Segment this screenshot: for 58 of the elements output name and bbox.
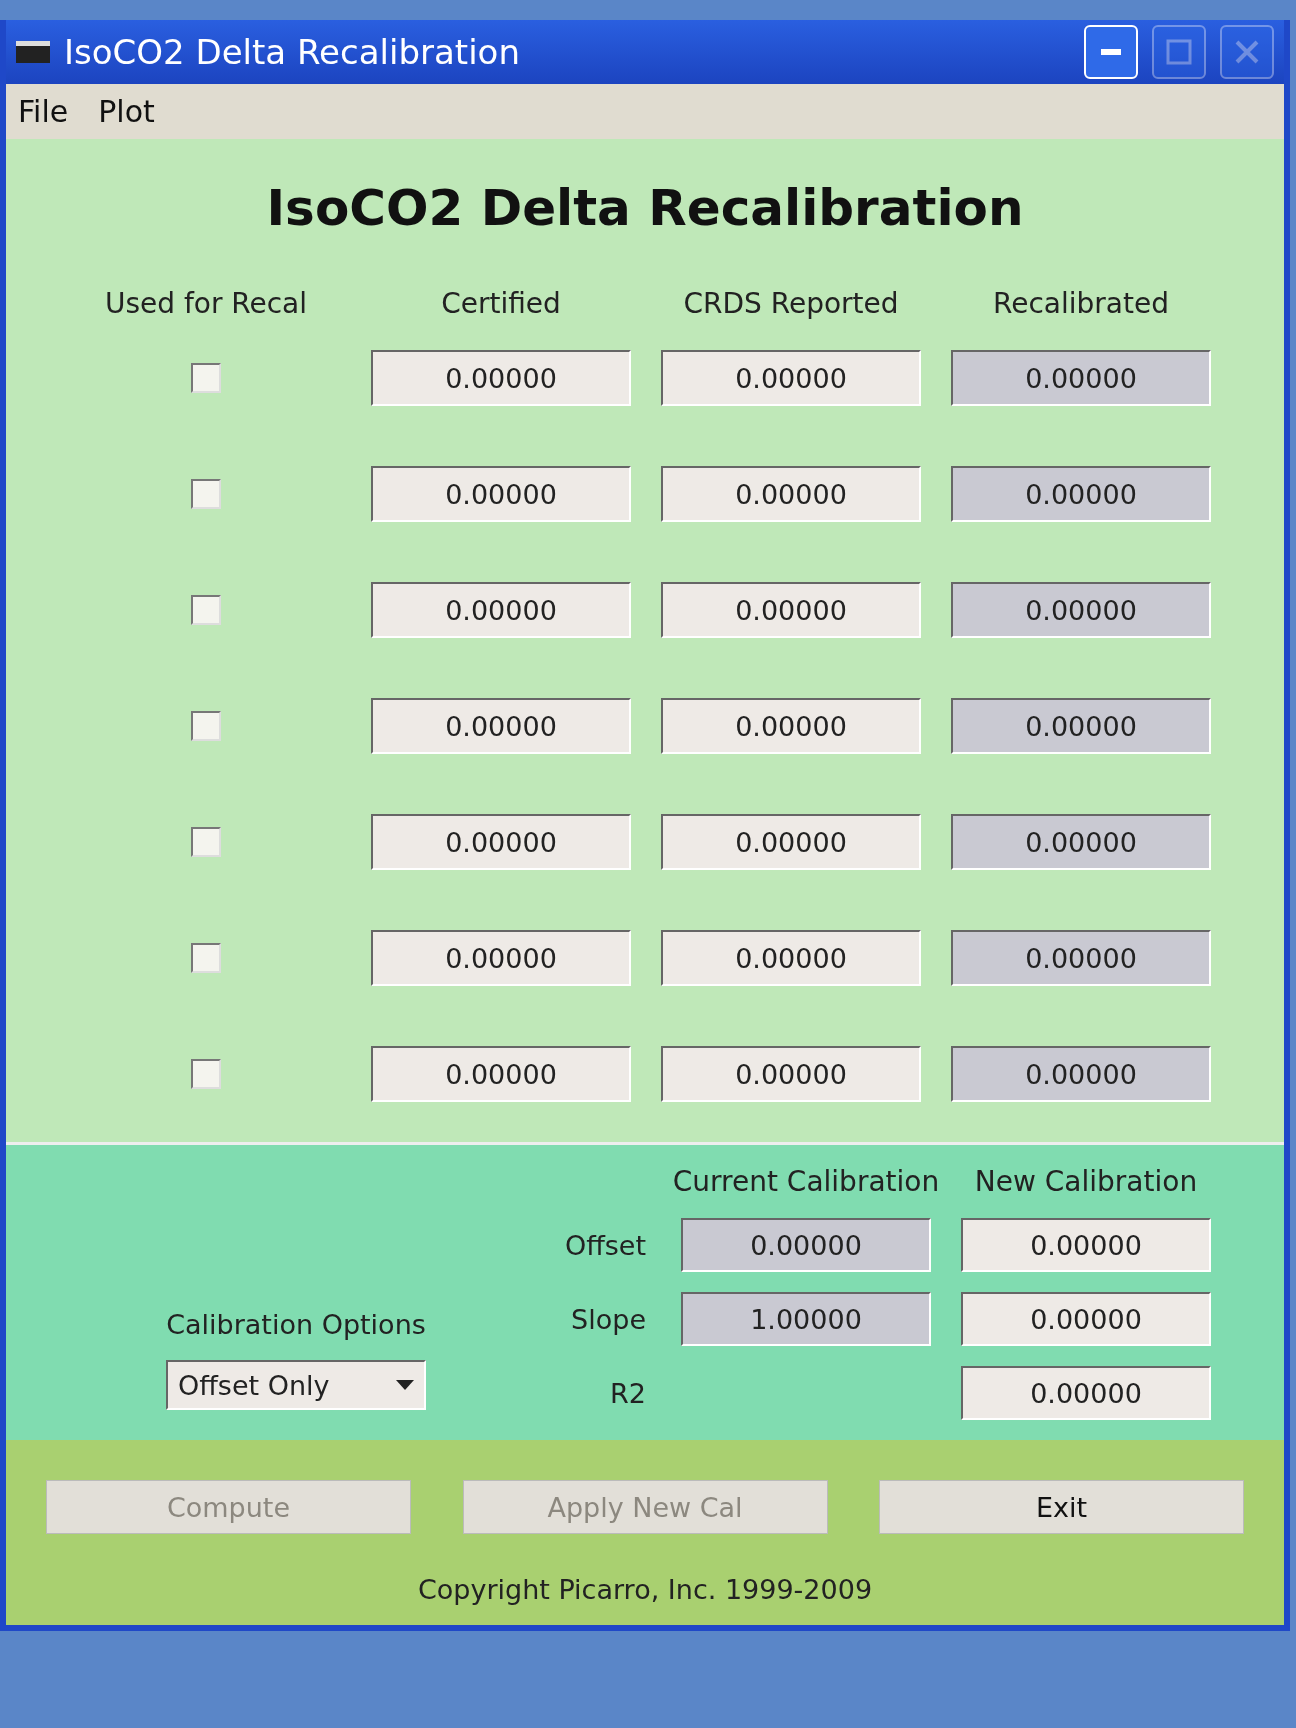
crds-reported-field[interactable]: 0.00000: [661, 582, 921, 638]
checkbox[interactable]: [191, 1059, 221, 1089]
minimize-icon: [1101, 49, 1121, 55]
checkbox[interactable]: [191, 943, 221, 973]
column-header: Certified: [441, 287, 561, 320]
minimize-button[interactable]: [1084, 25, 1138, 79]
certified-field[interactable]: 0.00000: [371, 466, 631, 522]
column-header: CRDS Reported: [683, 287, 899, 320]
new-value-field: 0.00000: [961, 1366, 1211, 1420]
form-heading: IsoCO2 Delta Recalibration: [265, 179, 1025, 237]
options-label: Calibration Options: [166, 1309, 426, 1340]
window-title: IsoCO2 Delta Recalibration: [64, 32, 521, 72]
caret-icon: [396, 1380, 414, 1390]
menu-item[interactable]: Plot: [98, 94, 155, 129]
recalibrated-field: 0.00000: [951, 930, 1211, 986]
crds-reported-field[interactable]: 0.00000: [661, 1046, 921, 1102]
column-header: New Calibration: [974, 1165, 1198, 1198]
column-header: Recalibrated: [993, 287, 1169, 320]
copyright-text: Copyright Picarro, Inc. 1999-2009: [417, 1574, 873, 1605]
crds-reported-field[interactable]: 0.00000: [661, 698, 921, 754]
checkbox[interactable]: [191, 363, 221, 393]
row-label: Offset: [564, 1229, 647, 1261]
recalibrated-field: 0.00000: [951, 350, 1211, 406]
checkbox[interactable]: [191, 479, 221, 509]
maximize-icon: [1166, 39, 1192, 65]
row-label: Slope: [571, 1303, 647, 1335]
maximize-button[interactable]: [1152, 25, 1206, 79]
recalibrated-field: 0.00000: [951, 814, 1211, 870]
row-label: R2: [610, 1377, 647, 1409]
column-header: Used for Recal: [104, 287, 308, 320]
certified-field[interactable]: 0.00000: [371, 930, 631, 986]
certified-field[interactable]: 0.00000: [371, 698, 631, 754]
recalibrated-field: 0.00000: [951, 466, 1211, 522]
checkbox[interactable]: [191, 595, 221, 625]
recalibrated-field: 0.00000: [951, 698, 1211, 754]
current-value-field: 1.00000: [681, 1292, 931, 1346]
checkbox[interactable]: [191, 711, 221, 741]
close-button[interactable]: [1220, 25, 1274, 79]
window-icon: [16, 41, 50, 63]
menu-item[interactable]: File: [18, 94, 69, 129]
new-value-field: 0.00000: [961, 1218, 1211, 1272]
recalibrated-field: 0.00000: [951, 1046, 1211, 1102]
calibration-dropdown[interactable]: Offset Only: [166, 1360, 426, 1410]
recalibrated-field: 0.00000: [951, 582, 1211, 638]
certified-field[interactable]: 0.00000: [371, 814, 631, 870]
certified-field[interactable]: 0.00000: [371, 1046, 631, 1102]
close-icon: [1234, 39, 1260, 65]
checkbox[interactable]: [191, 827, 221, 857]
column-header: Current Calibration: [672, 1165, 940, 1198]
crds-reported-field[interactable]: 0.00000: [661, 350, 921, 406]
crds-reported-field[interactable]: 0.00000: [661, 814, 921, 870]
crds-reported-field[interactable]: 0.00000: [661, 466, 921, 522]
certified-field[interactable]: 0.00000: [371, 582, 631, 638]
crds-reported-field[interactable]: 0.00000: [661, 930, 921, 986]
action-button[interactable]: Exit: [879, 1480, 1244, 1534]
certified-field[interactable]: 0.00000: [371, 350, 631, 406]
current-value-field: 0.00000: [681, 1218, 931, 1272]
new-value-field: 0.00000: [961, 1292, 1211, 1346]
